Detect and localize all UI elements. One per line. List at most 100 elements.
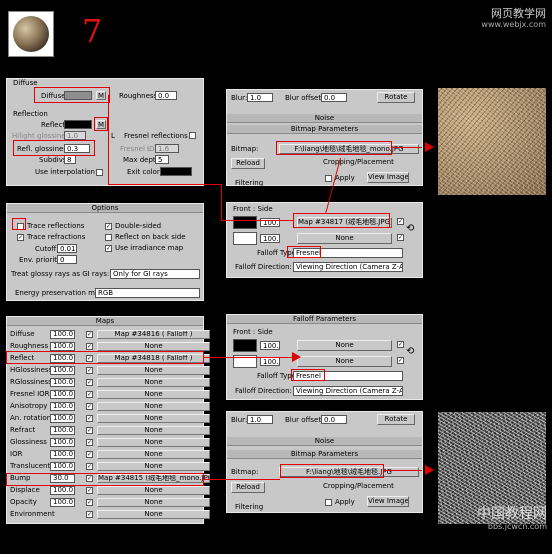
- reflect-color-swatch[interactable]: [64, 120, 92, 129]
- map-row-map-button[interactable]: None: [97, 378, 210, 387]
- map-row-map-button[interactable]: None: [97, 342, 210, 351]
- map-row-map-button[interactable]: None: [97, 414, 210, 423]
- map-row-amount[interactable]: 100.0: [50, 342, 75, 351]
- map-row-checkbox[interactable]: ✓: [86, 427, 93, 434]
- falloff-params-header-2[interactable]: Falloff Parameters: [227, 315, 422, 324]
- map-row-map-button[interactable]: None: [97, 366, 210, 375]
- apply-checkbox-2[interactable]: [325, 499, 332, 506]
- map-row-checkbox[interactable]: ✓: [86, 391, 93, 398]
- side-amount-2[interactable]: 100.0: [260, 357, 280, 366]
- blur-input-1[interactable]: 1.0: [247, 93, 273, 102]
- use-irradiance-checkbox[interactable]: ✓: [105, 245, 112, 252]
- map-row-map-button[interactable]: None: [97, 510, 210, 519]
- double-sided-checkbox[interactable]: ✓: [105, 223, 112, 230]
- options-header[interactable]: Options: [7, 204, 203, 213]
- use-interpolation-checkbox[interactable]: [96, 169, 103, 176]
- map-row-checkbox[interactable]: ✓: [86, 511, 93, 518]
- blur-offset-input-1[interactable]: 0.0: [321, 93, 347, 102]
- connector-bump-h: [204, 479, 280, 480]
- map-row-label: Roughness: [10, 342, 49, 350]
- map-row-checkbox[interactable]: ✓: [86, 439, 93, 446]
- map-row-checkbox[interactable]: ✓: [86, 499, 93, 506]
- noise-rollout-1[interactable]: Noise: [227, 114, 422, 123]
- exit-color-swatch[interactable]: [160, 167, 192, 176]
- hilight-glossiness-input[interactable]: 1.0: [64, 131, 86, 140]
- maps-header[interactable]: Maps: [7, 317, 203, 326]
- map-row-map-button[interactable]: None: [97, 426, 210, 435]
- swap-icon-1[interactable]: ⟲: [406, 224, 414, 234]
- view-image-button-2[interactable]: View Image: [367, 496, 409, 507]
- map-row-checkbox[interactable]: ✓: [86, 463, 93, 470]
- max-depth-input[interactable]: 5: [155, 155, 169, 164]
- map-row-amount[interactable]: 100.0: [50, 414, 75, 423]
- map-row-amount[interactable]: 100.0: [50, 390, 75, 399]
- map-row-map-button[interactable]: None: [97, 438, 210, 447]
- map-row-map-button[interactable]: Map #34816 ( Falloff ): [97, 330, 210, 339]
- front-map-button-2[interactable]: None: [297, 340, 392, 351]
- fresnel-ior-lock[interactable]: L: [147, 145, 151, 154]
- fresnel-ior-input[interactable]: 1.6: [155, 144, 179, 153]
- side-amount-1[interactable]: 100.0: [260, 234, 280, 243]
- map-row-amount[interactable]: 100.0: [50, 486, 75, 495]
- trace-refractions-checkbox[interactable]: ✓: [17, 234, 24, 241]
- roughness-input[interactable]: 0.0: [155, 91, 177, 100]
- swap-icon-2[interactable]: ⟲: [406, 347, 414, 357]
- watermark-top-line1: 网页教学网: [491, 7, 546, 20]
- map-row-checkbox[interactable]: ✓: [86, 331, 93, 338]
- rotate-button-2[interactable]: Rotate: [377, 414, 415, 425]
- map-row-checkbox[interactable]: ✓: [86, 379, 93, 386]
- map-row-amount[interactable]: 100.0: [50, 402, 75, 411]
- subdivs-input[interactable]: 8: [64, 155, 76, 164]
- map-row-amount[interactable]: 100.0: [50, 450, 75, 459]
- map-row-checkbox[interactable]: ✓: [86, 403, 93, 410]
- map-row-checkbox[interactable]: ✓: [86, 367, 93, 374]
- front-map-checkbox-1[interactable]: ✓: [397, 218, 404, 225]
- map-row-checkbox[interactable]: ✓: [86, 487, 93, 494]
- map-row-map-button[interactable]: None: [97, 498, 210, 507]
- map-row-map-button[interactable]: None: [97, 402, 210, 411]
- bitmap-params-rollout-1[interactable]: Bitmap Parameters: [227, 125, 422, 134]
- map-row-map-button[interactable]: None: [97, 390, 210, 399]
- map-row-amount[interactable]: 100.0: [50, 366, 75, 375]
- reflect-on-back-checkbox[interactable]: [105, 234, 112, 241]
- falloff-direction-dropdown-1[interactable]: Viewing Direction (Camera Z-Axis): [293, 262, 403, 272]
- cutoff-input[interactable]: 0.01: [57, 244, 77, 253]
- rotate-button-1[interactable]: Rotate: [377, 92, 415, 103]
- map-row-checkbox[interactable]: ✓: [86, 415, 93, 422]
- side-map-checkbox-2[interactable]: ✓: [397, 357, 404, 364]
- view-image-button-1[interactable]: View Image: [367, 172, 409, 183]
- reload-button-1[interactable]: Reload: [231, 158, 265, 169]
- glossy-rays-label: Treat glossy rays as GI rays:: [11, 270, 110, 278]
- map-row-amount[interactable]: 100.0: [50, 426, 75, 435]
- map-row-checkbox[interactable]: ✓: [86, 343, 93, 350]
- blur-offset-input-2[interactable]: 0.0: [321, 415, 347, 424]
- map-row-amount[interactable]: 100.0: [50, 378, 75, 387]
- map-row-map-button[interactable]: None: [97, 486, 210, 495]
- glossy-rays-dropdown[interactable]: Only for GI rays: [110, 269, 200, 279]
- side-color-swatch-1[interactable]: [233, 232, 257, 245]
- bitmap-params-rollout-2[interactable]: Bitmap Parameters: [227, 450, 422, 459]
- map-row-map-button[interactable]: None: [97, 450, 210, 459]
- front-amount-2[interactable]: 100.0: [260, 341, 280, 350]
- reload-button-2[interactable]: Reload: [231, 482, 265, 493]
- side-map-button-2[interactable]: None: [297, 356, 392, 367]
- map-row-checkbox[interactable]: ✓: [86, 451, 93, 458]
- front-color-swatch-2[interactable]: [233, 339, 257, 352]
- fresnel-reflections-checkbox[interactable]: [189, 132, 196, 139]
- map-row-amount[interactable]: 100.0: [50, 330, 75, 339]
- map-row-map-button[interactable]: None: [97, 462, 210, 471]
- map-row-amount[interactable]: 100.0: [50, 462, 75, 471]
- side-map-button-1[interactable]: None: [297, 233, 392, 244]
- apply-checkbox-1[interactable]: [325, 175, 332, 182]
- front-map-checkbox-2[interactable]: ✓: [397, 341, 404, 348]
- front-color-swatch-1[interactable]: [233, 216, 257, 229]
- side-map-checkbox-1[interactable]: ✓: [397, 234, 404, 241]
- env-priority-input[interactable]: 0: [57, 255, 77, 264]
- map-row-amount[interactable]: 100.0: [50, 498, 75, 507]
- falloff-direction-dropdown-2[interactable]: Viewing Direction (Camera Z-Axis): [293, 386, 403, 396]
- blur-input-2[interactable]: 1.0: [247, 415, 273, 424]
- energy-mode-dropdown[interactable]: RGB: [95, 288, 200, 298]
- map-row-amount[interactable]: 100.0: [50, 438, 75, 447]
- hilight-lock-label[interactable]: L: [111, 132, 115, 141]
- noise-rollout-2[interactable]: Noise: [227, 437, 422, 446]
